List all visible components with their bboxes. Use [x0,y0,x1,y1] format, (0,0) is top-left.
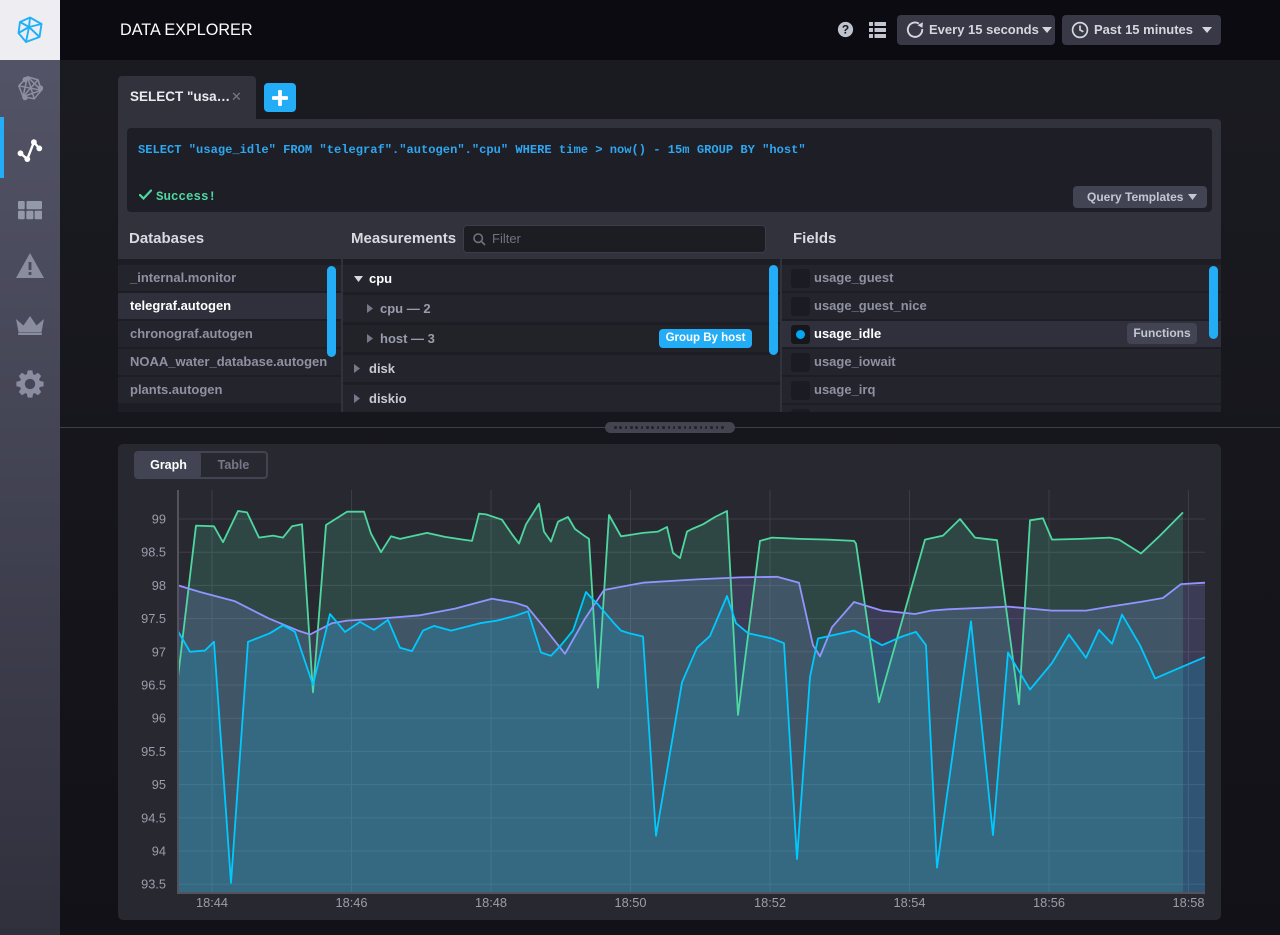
svg-text:98: 98 [152,578,166,593]
svg-text:99: 99 [152,512,166,527]
svg-text:18:50: 18:50 [614,895,646,910]
svg-text:97.5: 97.5 [141,611,166,626]
svg-text:18:58: 18:58 [1172,895,1204,910]
svg-text:95.5: 95.5 [141,744,166,759]
svg-text:18:52: 18:52 [754,895,786,910]
svg-text:18:48: 18:48 [475,895,507,910]
svg-text:94.5: 94.5 [141,810,166,825]
svg-text:?: ? [842,23,849,37]
svg-text:96: 96 [152,711,166,726]
svg-text:18:46: 18:46 [335,895,367,910]
svg-text:18:56: 18:56 [1033,895,1065,910]
svg-text:93.5: 93.5 [141,877,166,892]
svg-text:98.5: 98.5 [141,545,166,560]
svg-text:96.5: 96.5 [141,678,166,693]
svg-text:97: 97 [152,644,166,659]
svg-text:18:44: 18:44 [196,895,228,910]
svg-text:18:54: 18:54 [893,895,925,910]
svg-text:94: 94 [152,844,166,859]
svg-text:95: 95 [152,777,166,792]
